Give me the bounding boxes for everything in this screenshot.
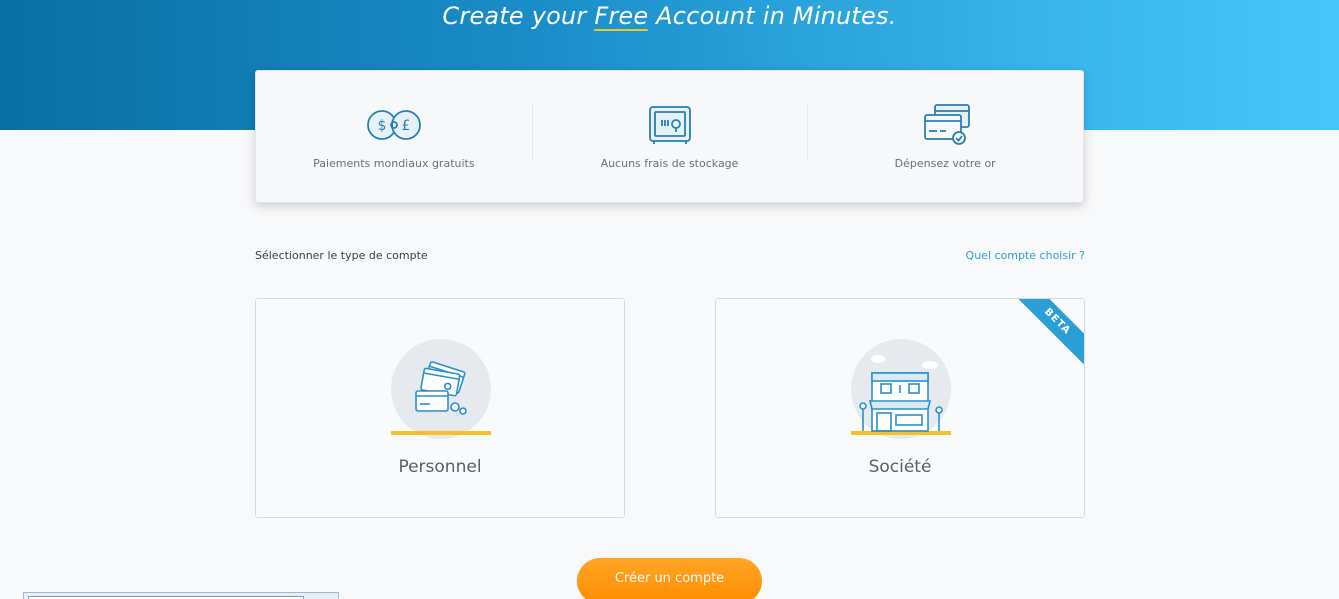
svg-text:$: $ xyxy=(377,118,386,134)
which-account-link[interactable]: Quel compte choisir ? xyxy=(966,249,1085,262)
account-card-company[interactable]: BETA Société xyxy=(715,298,1085,518)
page-title: Create your Free Account in Minutes. xyxy=(0,2,1339,31)
cards-illustration-icon xyxy=(391,339,491,439)
create-account-button[interactable]: Créer un compte xyxy=(577,558,762,599)
account-label: Société xyxy=(868,457,932,477)
feature-label: Aucuns frais de stockage xyxy=(600,157,739,170)
browser-status-widget xyxy=(23,592,339,599)
title-prefix: Create your xyxy=(442,2,595,30)
feature-global-payments: $ £ Paiements mondiaux gratuits xyxy=(256,71,532,202)
safe-icon xyxy=(648,106,691,144)
feature-no-storage-fees: Aucuns frais de stockage xyxy=(531,71,808,202)
feature-label: Dépensez votre or xyxy=(894,157,996,170)
title-suffix: Account in Minutes xyxy=(648,2,889,30)
account-type-label: Sélectionner le type de compte xyxy=(255,249,428,262)
svg-text:£: £ xyxy=(401,118,410,134)
feature-label: Paiements mondiaux gratuits xyxy=(313,157,475,170)
storefront-illustration-icon xyxy=(851,339,951,439)
account-label: Personnel xyxy=(398,457,482,477)
account-card-personal[interactable]: Personnel xyxy=(255,298,625,518)
credit-cards-icon xyxy=(924,104,971,145)
feature-spend-gold: Dépensez votre or xyxy=(807,71,1083,202)
currency-exchange-icon: $ £ xyxy=(366,110,421,140)
title-free-highlight: Free xyxy=(594,2,649,31)
title-dot: . xyxy=(888,2,897,30)
beta-badge: BETA xyxy=(1010,299,1084,369)
features-panel: $ £ Paiements mondiaux gratuits Aucuns f… xyxy=(255,70,1084,203)
